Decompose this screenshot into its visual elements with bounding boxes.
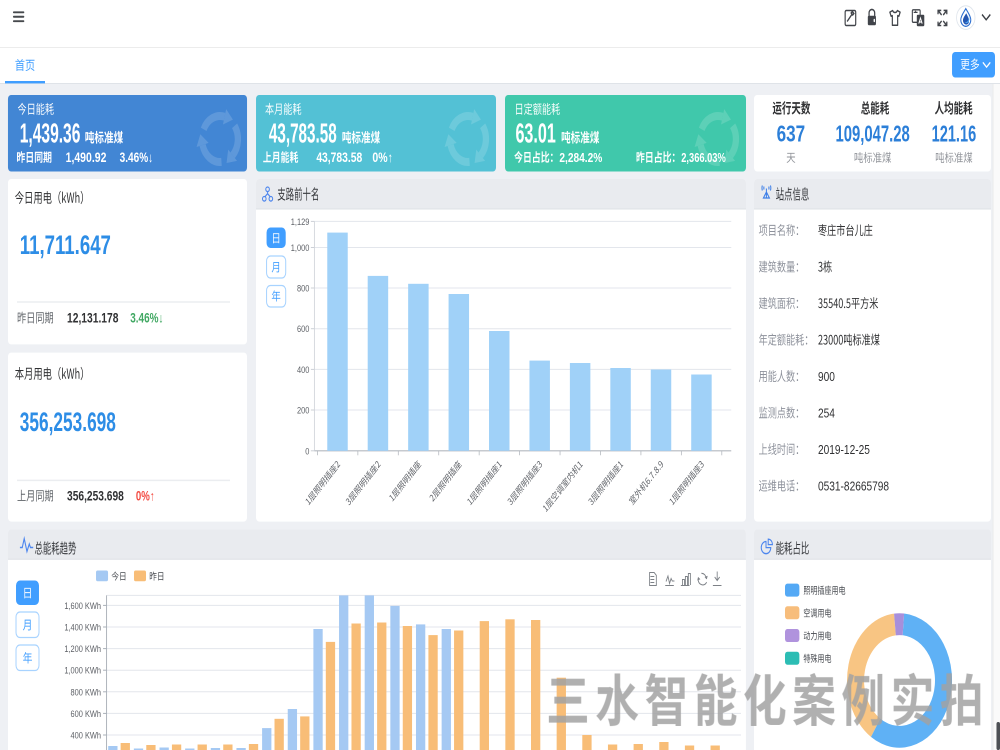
svg-text:400: 400 [297,364,310,375]
svg-text:1,000 KWh: 1,000 KWh [64,665,101,676]
svg-text:400 KWh: 400 KWh [71,730,102,741]
svg-text:0%↑: 0%↑ [372,150,392,166]
svg-text:121.16: 121.16 [932,121,977,147]
svg-text:12,131.178: 12,131.178 [67,310,119,326]
svg-text:1,400 KWh: 1,400 KWh [64,622,101,633]
svg-text:1,490.92: 1,490.92 [66,150,107,166]
svg-text:900: 900 [818,370,835,384]
svg-text:600: 600 [297,323,310,334]
svg-text:800: 800 [297,283,310,294]
svg-text:356,253.698: 356,253.698 [20,408,116,438]
svg-text:1,000: 1,000 [291,242,310,253]
svg-text:63.01: 63.01 [515,119,555,149]
svg-text:800 KWh: 800 KWh [71,686,102,697]
svg-text:200: 200 [297,405,310,416]
svg-text:3.46%↓: 3.46%↓ [130,310,163,326]
svg-text:254: 254 [818,406,835,420]
svg-text:43,783.58: 43,783.58 [269,119,337,149]
svg-text:109,047.28: 109,047.28 [836,121,910,147]
svg-text:2,284.2%: 2,284.2% [559,151,603,165]
svg-text:43,783.58: 43,783.58 [316,150,362,166]
svg-text:1,129: 1,129 [291,216,310,227]
svg-text:3.46%↓: 3.46%↓ [120,150,154,166]
svg-text:637: 637 [777,121,806,147]
svg-text:1,439.36: 1,439.36 [20,119,81,149]
svg-text:1,600 KWh: 1,600 KWh [64,600,101,611]
svg-text:11,711.647: 11,711.647 [20,231,111,261]
svg-text:2,366.03%: 2,366.03% [681,151,726,165]
svg-text:600 KWh: 600 KWh [71,708,102,719]
svg-text:0531-82665798: 0531-82665798 [818,479,889,493]
svg-text:2019-12-25: 2019-12-25 [818,443,870,457]
svg-text:356,253.698: 356,253.698 [67,488,124,504]
svg-text:0: 0 [305,445,309,456]
svg-text:0%↑: 0%↑ [136,488,155,504]
svg-text:1,200 KWh: 1,200 KWh [64,643,101,654]
